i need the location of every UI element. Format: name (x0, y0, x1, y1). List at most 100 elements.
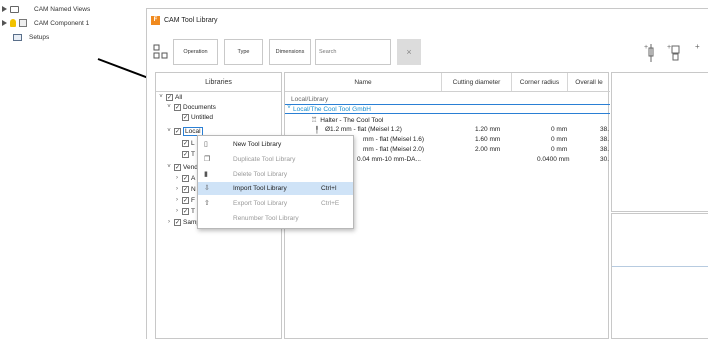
libraries-header: Libraries (156, 73, 281, 92)
checkbox[interactable]: ✓ (174, 218, 181, 226)
checkbox[interactable]: ✓ (182, 207, 189, 215)
table-row[interactable]: ╿ Ø1.2 mm - flat (Meisel 1.2) 1.20 mm 0 … (285, 125, 610, 135)
tree-item-label: L (191, 139, 195, 147)
browser-item-named-views[interactable]: CAM Named Views (2, 3, 90, 15)
menu-item-label: Renumber Tool Library (233, 215, 299, 222)
chevron-right-icon[interactable]: › (174, 175, 180, 181)
tree-item-label: N (191, 185, 196, 193)
export-icon: ⇧ (204, 200, 210, 207)
column-header-name[interactable]: Name (285, 73, 442, 91)
tree-item-vendor-n[interactable]: › ✓ N (174, 184, 196, 194)
tool-radius: 0 mm (551, 146, 568, 153)
tool-name: 0.04 mm-10 mm-DA... (357, 156, 421, 163)
tree-item-local-tool[interactable]: ✓ T (182, 149, 195, 159)
window-title: CAM Tool Library (164, 16, 218, 24)
preview-pane (611, 72, 708, 212)
menu-item-label: New Tool Library (233, 141, 282, 148)
properties-pane (611, 213, 708, 339)
tool-icon: ╿ (315, 127, 319, 134)
tool-length: 38. (600, 136, 610, 143)
tree-item-label: Documents (183, 103, 216, 111)
chevron-down-icon[interactable]: ˅ (166, 104, 172, 110)
tree-item-vendor-a[interactable]: › ✓ A (174, 173, 195, 183)
title-bar: F CAM Tool Library (147, 9, 708, 31)
tree-item-label: T (191, 207, 195, 215)
chevron-down-icon[interactable]: ˅ (158, 94, 164, 100)
expand-arrow-icon[interactable] (2, 20, 7, 26)
tree-item-vendor-f[interactable]: › ✓ F (174, 195, 195, 205)
expand-arrow-icon[interactable] (2, 6, 7, 12)
clear-search-button[interactable]: × (397, 39, 421, 65)
group-label: Local/The Cool Tool GmbH (293, 106, 371, 113)
tree-item-vendor[interactable]: ˅ ✓ Vend (166, 162, 198, 172)
lightbulb-icon[interactable] (10, 19, 16, 27)
dimensions-filter-button[interactable]: Dimensions (269, 39, 311, 65)
group-row-cool-tool[interactable]: ˅ Local/The Cool Tool GmbH (285, 104, 610, 114)
chevron-down-icon[interactable]: ˅ (166, 128, 172, 134)
menu-item-import-library[interactable]: ⇩ Import Tool Library Ctrl+I (198, 182, 353, 195)
menu-item-duplicate-library[interactable]: ❐ Duplicate Tool Library (198, 153, 353, 166)
menu-item-renumber-library[interactable]: Renumber Tool Library (198, 212, 353, 225)
menu-item-new-library[interactable]: ▯ New Tool Library (198, 138, 353, 151)
setups-icon (13, 33, 22, 41)
tool-length: 38. (600, 126, 610, 133)
group-row-local-library[interactable]: Local/Library (291, 94, 328, 104)
holder-label: Halter - The Cool Tool (320, 116, 384, 124)
tree-item-local-library[interactable]: ✓ L (182, 138, 195, 148)
tree-item-untitled[interactable]: ✓ Untitled (182, 112, 213, 122)
holder-row[interactable]: ♖ Halter - The Cool Tool (311, 115, 383, 125)
checkbox[interactable]: ✓ (166, 93, 173, 101)
tool-radius: 0.0400 mm (537, 156, 570, 163)
add-more-icon[interactable]: + (695, 42, 700, 51)
browser-item-setups[interactable]: Setups (13, 31, 49, 43)
tree-item-documents[interactable]: ˅ ✓ Documents (166, 102, 216, 112)
checkbox[interactable]: ✓ (182, 196, 189, 204)
chevron-right-icon[interactable]: › (166, 219, 172, 225)
tool-length: 30. (600, 156, 610, 163)
search-input[interactable] (315, 39, 391, 65)
tool-name: mm - flat (Meisel 2.0) (363, 146, 425, 153)
tool-diameter: 1.20 mm (475, 126, 501, 133)
app-icon: F (151, 15, 160, 25)
column-header-cutting-diameter[interactable]: Cutting diameter (442, 73, 512, 91)
column-header-label: Corner radius (519, 78, 560, 86)
column-header-corner-radius[interactable]: Corner radius (512, 73, 568, 91)
header-divider (285, 91, 610, 92)
menu-item-label: Export Tool Library (233, 200, 288, 207)
tool-radius: 0 mm (551, 136, 568, 143)
menu-item-shortcut: Ctrl+E (321, 200, 340, 207)
duplicate-icon: ❐ (204, 156, 211, 163)
menu-item-export-library[interactable]: ⇧ Export Tool Library Ctrl+E (198, 197, 353, 210)
checkbox[interactable]: ✓ (182, 174, 189, 182)
checkbox[interactable]: ✓ (182, 185, 189, 193)
chevron-right-icon[interactable]: › (174, 208, 180, 214)
checkbox[interactable]: ✓ (174, 127, 181, 135)
view-toggle-icon[interactable] (153, 44, 169, 60)
browser-item-component[interactable]: CAM Component 1 (2, 17, 89, 29)
component-icon (19, 19, 27, 27)
chevron-down-icon[interactable]: ˅ (166, 164, 172, 170)
tree-item-label: F (191, 196, 195, 204)
tree-item-vendor-t[interactable]: › ✓ T (174, 206, 195, 216)
column-header-overall-length[interactable]: Overall le (568, 73, 610, 91)
chevron-down-icon[interactable]: ˅ (286, 105, 292, 111)
add-holder-icon[interactable]: + (667, 42, 683, 64)
tool-radius: 0 mm (551, 126, 568, 133)
browser-item-label: CAM Component 1 (34, 19, 90, 27)
tree-item-label: T (191, 150, 195, 158)
menu-item-delete-library[interactable]: ▮ Delete Tool Library (198, 168, 353, 181)
chevron-right-icon[interactable]: › (174, 186, 180, 192)
chevron-right-icon[interactable]: › (174, 197, 180, 203)
checkbox[interactable]: ✓ (182, 150, 189, 158)
checkbox[interactable]: ✓ (182, 113, 189, 121)
tool-holder-icon[interactable]: + (644, 42, 658, 64)
holder-icon: ♖ (311, 117, 318, 124)
checkbox[interactable]: ✓ (182, 139, 189, 147)
tree-item-all[interactable]: ˅ ✓ All (158, 92, 182, 102)
type-filter-button[interactable]: Type (224, 39, 263, 65)
folder-icon (10, 5, 19, 13)
browser-item-label: Setups (29, 33, 50, 41)
operation-filter-button[interactable]: Operation (173, 39, 218, 65)
checkbox[interactable]: ✓ (174, 163, 181, 171)
checkbox[interactable]: ✓ (174, 103, 181, 111)
